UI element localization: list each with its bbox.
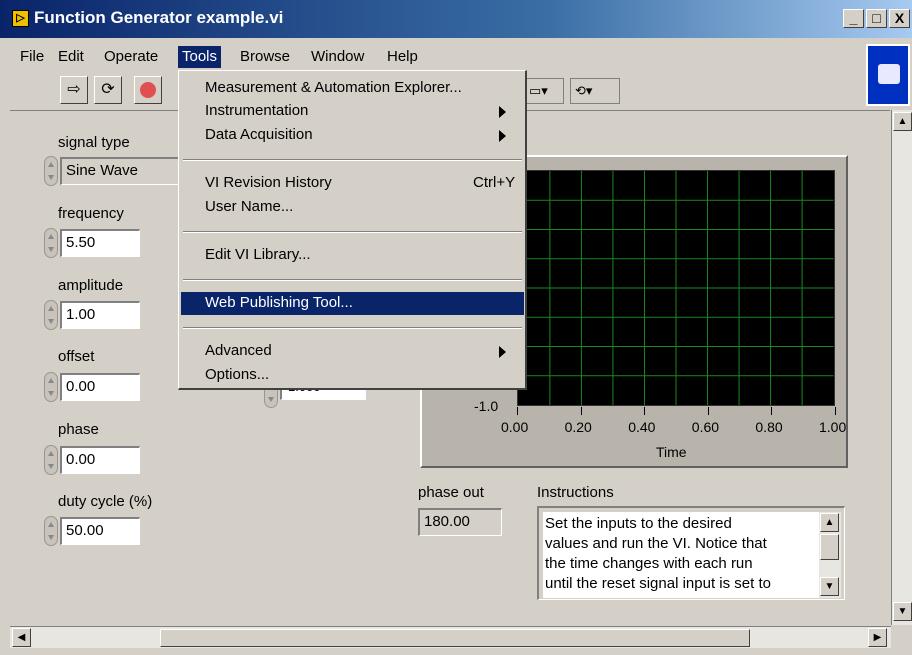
x-tick-label: 0.40 [628, 419, 656, 435]
run-arrow-icon[interactable]: ⇨ [60, 76, 88, 104]
title-bar[interactable]: ▷ Function Generator example.vi _ □ X [0, 0, 912, 38]
x-tick-mark [580, 407, 582, 415]
menu-separator [183, 231, 522, 233]
scroll-up-icon[interactable]: ▲ [820, 513, 839, 532]
scroll-down-icon[interactable]: ▼ [893, 602, 912, 621]
submenu-arrow-icon [499, 130, 506, 142]
menu-separator [183, 279, 522, 281]
x-axis-label: Time [656, 444, 687, 460]
tools-menu: Measurement & Automation Explorer... Ins… [178, 70, 527, 390]
close-button[interactable]: X [889, 9, 910, 28]
amplitude-label: amplitude [58, 277, 124, 294]
menu-help[interactable]: Help [383, 46, 422, 68]
reorder-icon[interactable]: ⟲▾ [570, 78, 620, 104]
menu-item-edit-vi-library[interactable]: Edit VI Library... [181, 244, 524, 267]
phase-spinner[interactable] [44, 445, 58, 475]
horizontal-scroll-thumb[interactable] [160, 629, 750, 647]
instructions-label: Instructions [537, 484, 614, 501]
offset-label: offset [58, 348, 95, 365]
menu-separator [183, 327, 522, 329]
offset-field[interactable]: 0.00 [60, 373, 140, 401]
frequency-spinner[interactable] [44, 228, 58, 258]
x-tick-mark [644, 407, 646, 415]
instructions-line: until the reset signal input is set to [545, 575, 771, 592]
menu-item-vi-revision-history[interactable]: VI Revision History Ctrl+Y [181, 172, 524, 195]
menu-operate[interactable]: Operate [100, 46, 162, 68]
instructions-line: the time changes with each run [545, 555, 753, 572]
menu-item-data-acquisition[interactable]: Data Acquisition [181, 124, 524, 147]
x-tick-label: 0.60 [691, 419, 720, 435]
duty-cycle-spinner[interactable] [44, 516, 58, 546]
menu-item-instrumentation[interactable]: Instrumentation [181, 100, 524, 123]
scroll-left-icon[interactable]: ◀ [12, 628, 31, 647]
submenu-arrow-icon [499, 106, 506, 118]
scroll-right-icon[interactable]: ▶ [868, 628, 887, 647]
vi-connector-icon[interactable] [866, 44, 910, 106]
frequency-field[interactable]: 5.50 [60, 229, 140, 257]
scroll-down-icon[interactable]: ▼ [820, 577, 839, 596]
vi-icon: ▷ [12, 10, 29, 27]
duty-cycle-field[interactable]: 50.00 [60, 517, 140, 545]
menu-edit[interactable]: Edit [54, 46, 88, 68]
signal-type-ring[interactable]: Sine Wave [60, 157, 180, 185]
window-title: Function Generator example.vi [34, 8, 284, 27]
menu-window[interactable]: Window [307, 46, 368, 68]
run-continuously-icon[interactable]: ⟳ [94, 76, 122, 104]
menu-item-options[interactable]: Options... [181, 364, 524, 387]
maximize-button[interactable]: □ [866, 9, 887, 28]
phase-field[interactable]: 0.00 [60, 446, 140, 474]
scroll-thumb[interactable] [820, 534, 839, 560]
signal-type-spinner[interactable] [44, 156, 58, 186]
scroll-up-icon[interactable]: ▲ [893, 112, 912, 131]
offset-spinner[interactable] [44, 372, 58, 402]
x-tick-mark [707, 407, 709, 415]
menu-browse[interactable]: Browse [236, 46, 294, 68]
x-tick-label: 1.00 [819, 419, 847, 435]
phase-out-indicator: 180.00 [418, 508, 502, 536]
minimize-button[interactable]: _ [843, 9, 864, 28]
y-tick-label: -1.0 [474, 398, 499, 414]
menu-item-measurement-automation-explorer[interactable]: Measurement & Automation Explorer... [181, 77, 524, 100]
horizontal-scrollbar[interactable]: ◀ ▶ [10, 626, 891, 648]
x-tick-label: 0.80 [755, 419, 783, 435]
instructions-line: values and run the VI. Notice that [545, 535, 767, 552]
duty-cycle-label: duty cycle (%) [58, 493, 153, 510]
x-tick-label: 0.00 [501, 419, 529, 435]
signal-type-label: signal type [58, 134, 130, 151]
menu-file[interactable]: File [16, 46, 48, 68]
instructions-line: Set the inputs to the desired [545, 515, 732, 532]
amplitude-spinner[interactable] [44, 300, 58, 330]
abort-stop-icon[interactable] [134, 76, 162, 104]
frequency-label: frequency [58, 205, 124, 222]
menu-tools[interactable]: Tools [178, 46, 222, 68]
phase-out-label: phase out [418, 484, 484, 501]
vertical-scrollbar[interactable]: ▲ ▼ [891, 110, 912, 625]
instructions-scrollbar[interactable]: ▲ ▼ [819, 512, 841, 598]
align-objects-icon[interactable]: ▭▾ [524, 78, 564, 104]
amplitude-field[interactable]: 1.00 [60, 301, 140, 329]
x-tick-mark [517, 407, 518, 415]
x-tick-label: 0.20 [564, 419, 592, 435]
submenu-arrow-icon [499, 346, 506, 358]
x-tick-mark [771, 407, 773, 415]
graph-plot-area[interactable] [517, 170, 835, 406]
instructions-box: Set the inputs to the desired values and… [537, 506, 845, 600]
phase-label: phase [58, 421, 99, 438]
menu-separator [183, 159, 522, 161]
x-tick-mark [835, 407, 836, 415]
menu-item-web-publishing-tool[interactable]: Web Publishing Tool... [181, 292, 524, 315]
menu-item-advanced[interactable]: Advanced [181, 340, 524, 363]
menu-item-user-name[interactable]: User Name... [181, 196, 524, 219]
menu-bar: File Edit Operate Tools Browse Window He… [0, 44, 860, 70]
instructions-text: Set the inputs to the desired values and… [543, 512, 819, 598]
